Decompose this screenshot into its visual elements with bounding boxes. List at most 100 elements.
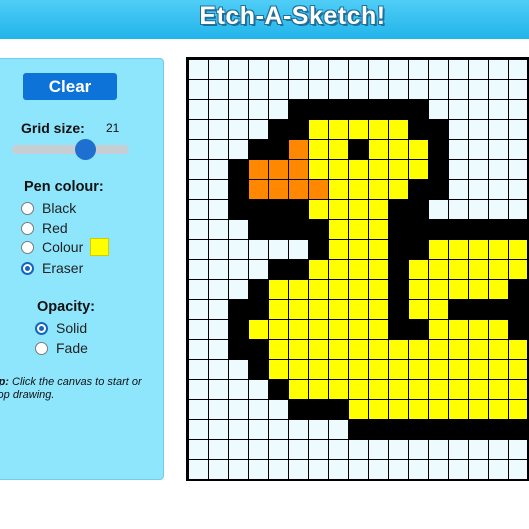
grid-cell[interactable] [469, 100, 488, 119]
grid-cell[interactable] [329, 200, 348, 219]
grid-cell[interactable] [309, 80, 328, 99]
grid-cell[interactable] [489, 180, 508, 199]
grid-cell[interactable] [289, 320, 308, 339]
grid-cell[interactable] [469, 300, 488, 319]
opacity-option-solid[interactable]: Solid [35, 319, 87, 337]
grid-cell[interactable] [429, 60, 448, 79]
grid-cell[interactable] [329, 140, 348, 159]
grid-cell[interactable] [489, 140, 508, 159]
grid-cell[interactable] [449, 360, 468, 379]
grid-cell[interactable] [189, 200, 208, 219]
grid-cell[interactable] [189, 80, 208, 99]
grid-cell[interactable] [389, 320, 408, 339]
grid-cell[interactable] [249, 60, 268, 79]
grid-cell[interactable] [349, 460, 368, 479]
grid-cell[interactable] [329, 300, 348, 319]
grid-cell[interactable] [429, 120, 448, 139]
grid-cell[interactable] [389, 140, 408, 159]
grid-cell[interactable] [509, 140, 528, 159]
grid-cell[interactable] [269, 220, 288, 239]
grid-cell[interactable] [309, 420, 328, 439]
grid-cell[interactable] [309, 340, 328, 359]
grid-cell[interactable] [209, 460, 228, 479]
grid-cell[interactable] [369, 60, 388, 79]
grid-cell[interactable] [329, 400, 348, 419]
grid-cell[interactable] [449, 440, 468, 459]
grid-cell[interactable] [249, 400, 268, 419]
grid-cell[interactable] [429, 160, 448, 179]
grid-cell[interactable] [249, 360, 268, 379]
grid-cell[interactable] [349, 440, 368, 459]
grid-cell[interactable] [229, 240, 248, 259]
grid-cell[interactable] [269, 460, 288, 479]
radio-eraser[interactable] [21, 261, 34, 275]
grid-cell[interactable] [309, 360, 328, 379]
grid-cell[interactable] [409, 180, 428, 199]
grid-cell[interactable] [189, 160, 208, 179]
grid-cell[interactable] [189, 140, 208, 159]
grid-cell[interactable] [369, 200, 388, 219]
grid-cell[interactable] [369, 120, 388, 139]
grid-cell[interactable] [349, 60, 368, 79]
grid-cell[interactable] [429, 260, 448, 279]
grid-cell[interactable] [489, 120, 508, 139]
grid-cell[interactable] [389, 120, 408, 139]
opacity-option-fade[interactable]: Fade [35, 339, 88, 357]
grid-cell[interactable] [289, 100, 308, 119]
grid-cell[interactable] [209, 420, 228, 439]
grid-cell[interactable] [489, 240, 508, 259]
grid-cell[interactable] [369, 220, 388, 239]
grid-cell[interactable] [409, 260, 428, 279]
clear-button[interactable]: Clear [23, 73, 117, 100]
grid-cell[interactable] [209, 400, 228, 419]
grid-cell[interactable] [469, 140, 488, 159]
grid-cell[interactable] [269, 140, 288, 159]
grid-cell[interactable] [289, 380, 308, 399]
grid-cell[interactable] [309, 320, 328, 339]
grid-cell[interactable] [209, 260, 228, 279]
slider-thumb[interactable] [74, 139, 96, 160]
grid-cell[interactable] [489, 100, 508, 119]
grid-cell[interactable] [409, 240, 428, 259]
grid-cell[interactable] [389, 100, 408, 119]
grid-cell[interactable] [269, 400, 288, 419]
grid-cell[interactable] [489, 220, 508, 239]
grid-cell[interactable] [389, 440, 408, 459]
grid-cell[interactable] [329, 420, 348, 439]
grid-cell[interactable] [409, 400, 428, 419]
grid-cell[interactable] [409, 200, 428, 219]
grid-cell[interactable] [249, 440, 268, 459]
grid-cell[interactable] [369, 180, 388, 199]
grid-cell[interactable] [189, 460, 208, 479]
grid-cell[interactable] [349, 320, 368, 339]
grid-cell[interactable] [369, 420, 388, 439]
grid-cell[interactable] [329, 80, 348, 99]
grid-cell[interactable] [229, 80, 248, 99]
grid-cell[interactable] [449, 80, 468, 99]
grid-cell[interactable] [429, 320, 448, 339]
grid-cell[interactable] [269, 340, 288, 359]
grid-cell[interactable] [489, 340, 508, 359]
grid-cell[interactable] [509, 60, 528, 79]
grid-cell[interactable] [409, 120, 428, 139]
grid-cell[interactable] [449, 240, 468, 259]
grid-cell[interactable] [409, 320, 428, 339]
grid-cell[interactable] [449, 340, 468, 359]
grid-cell[interactable] [389, 240, 408, 259]
grid-cell[interactable] [269, 300, 288, 319]
grid-cell[interactable] [209, 320, 228, 339]
grid-cell[interactable] [349, 380, 368, 399]
grid-cell[interactable] [289, 360, 308, 379]
grid-cell[interactable] [429, 400, 448, 419]
grid-cell[interactable] [329, 160, 348, 179]
grid-cell[interactable] [509, 440, 528, 459]
grid-cell[interactable] [449, 220, 468, 239]
grid-cell[interactable] [429, 420, 448, 439]
grid-cell[interactable] [329, 220, 348, 239]
grid-cell[interactable] [209, 200, 228, 219]
grid-cell[interactable] [209, 340, 228, 359]
grid-cell[interactable] [249, 380, 268, 399]
grid-cell[interactable] [369, 440, 388, 459]
grid-cell[interactable] [209, 160, 228, 179]
grid-cell[interactable] [449, 380, 468, 399]
